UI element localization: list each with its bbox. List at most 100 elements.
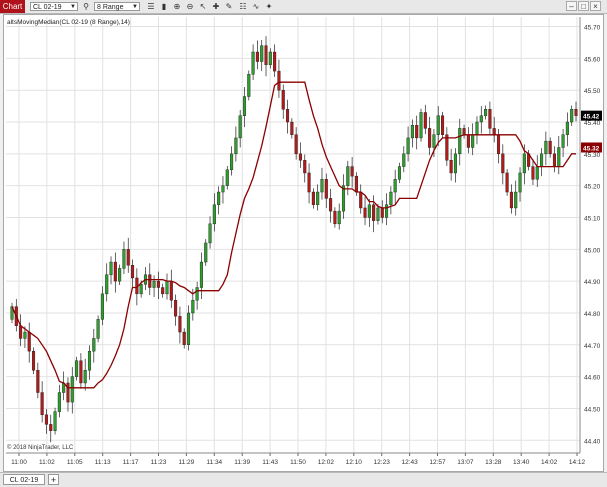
candle-body xyxy=(359,191,363,209)
candle-body xyxy=(544,140,548,155)
pointer-icon[interactable]: ↖ xyxy=(198,2,208,11)
candle-body xyxy=(230,153,234,170)
y-tick-label: 45.60 xyxy=(584,56,601,63)
candle-body xyxy=(268,51,272,65)
candle-body xyxy=(552,153,557,167)
x-tick-label: 11:02 xyxy=(39,459,55,466)
y-tick-label: 44.70 xyxy=(584,343,601,350)
candle-body xyxy=(479,115,483,123)
candles-icon[interactable]: ▮ xyxy=(159,2,169,11)
candle-body xyxy=(100,293,104,320)
x-tick-label: 12:23 xyxy=(374,459,391,466)
candle-body xyxy=(492,128,496,135)
candle-body xyxy=(385,204,389,218)
candle-body xyxy=(234,137,238,155)
candle-body xyxy=(449,160,453,174)
candle-body xyxy=(49,424,53,431)
candle-body xyxy=(367,204,371,218)
candle-body xyxy=(423,112,427,129)
bars-icon[interactable]: ☰ xyxy=(146,2,156,11)
y-tick-label: 44.90 xyxy=(584,279,601,286)
x-tick-label: 13:07 xyxy=(457,459,474,466)
add-tab-button[interactable]: + xyxy=(48,474,59,485)
candle-body xyxy=(389,191,393,205)
search-icon[interactable]: ⚲ xyxy=(81,2,91,11)
candle-body xyxy=(488,109,492,129)
maximize-button[interactable]: □ xyxy=(578,1,589,11)
minimize-button[interactable]: – xyxy=(566,1,577,11)
x-tick-label: 11:39 xyxy=(234,459,250,466)
drawing-icon[interactable]: ✎ xyxy=(224,2,234,11)
x-tick-label: 11:23 xyxy=(151,459,167,466)
y-tick-label: 45.10 xyxy=(584,215,601,222)
candle-body xyxy=(208,223,212,244)
candle-body xyxy=(36,370,40,393)
candle-body xyxy=(432,134,436,148)
properties-icon[interactable]: ☷ xyxy=(238,2,248,11)
y-tick-label: 45.20 xyxy=(584,184,601,191)
candle-body xyxy=(217,191,221,205)
candle-body xyxy=(535,166,539,180)
candle-body xyxy=(242,96,247,116)
candle-body xyxy=(557,147,561,167)
zoom-out-icon[interactable]: ⊖ xyxy=(185,2,195,11)
candle-body xyxy=(118,268,122,282)
candle-body xyxy=(307,172,311,193)
candle-body xyxy=(92,338,96,352)
candle-body xyxy=(281,89,285,110)
candle-body xyxy=(286,109,290,123)
candle-body xyxy=(561,134,565,148)
chart-tab[interactable]: Chart xyxy=(0,0,25,13)
y-tick-label: 45.00 xyxy=(584,247,601,254)
candle-body xyxy=(225,169,229,186)
candle-body xyxy=(186,312,191,345)
candle-body xyxy=(531,166,535,180)
candle-body xyxy=(548,140,552,155)
instrument-selector[interactable]: CL 02-19 ▼ xyxy=(30,2,78,11)
x-tick-label: 11:34 xyxy=(206,459,222,466)
candle-body xyxy=(27,331,31,352)
candle-body xyxy=(354,175,358,193)
candle-body xyxy=(212,204,216,225)
candle-body xyxy=(290,121,294,135)
indicator-icon[interactable]: ✦ xyxy=(264,2,274,11)
close-button[interactable]: × xyxy=(590,1,601,11)
candle-body xyxy=(247,74,251,97)
candle-body xyxy=(83,370,87,384)
candle-body xyxy=(311,191,315,205)
candle-body xyxy=(40,392,44,416)
candle-body xyxy=(346,166,350,186)
instrument-value: CL 02-19 xyxy=(33,4,62,11)
candle-body xyxy=(337,210,341,225)
candle-body xyxy=(238,115,242,139)
candle-body xyxy=(415,125,419,139)
bar-type-selector[interactable]: 8 Range ▼ xyxy=(94,2,140,11)
chart-panel[interactable]: 44.40 44.50 44.60 44.70 44.80 44.90 45.00 45.10… xyxy=(3,14,604,472)
candlestick-chart[interactable]: 44.40 44.50 44.60 44.70 44.80 44.90 45.00 45.10… xyxy=(4,15,605,473)
candle-body xyxy=(372,204,376,221)
zoom-in-icon[interactable]: ⊕ xyxy=(172,2,182,11)
strategy-icon[interactable]: ∿ xyxy=(251,2,261,11)
candle-body xyxy=(540,153,544,167)
candle-body xyxy=(509,191,513,209)
candle-body xyxy=(440,115,445,135)
candle-body xyxy=(75,360,79,377)
x-tick-label: 11:00 xyxy=(11,459,27,466)
candle-body xyxy=(44,414,48,425)
candle-body xyxy=(320,179,324,193)
candle-body xyxy=(174,300,178,317)
candle-body xyxy=(514,191,518,209)
x-tick-label: 11:43 xyxy=(262,459,278,466)
candle-body xyxy=(475,121,479,135)
candle-body xyxy=(53,411,57,431)
candle-body xyxy=(565,121,569,135)
x-tick-label: 11:13 xyxy=(95,459,111,466)
candle-body xyxy=(570,109,574,123)
candle-body xyxy=(324,179,328,199)
instrument-tab[interactable]: CL 02-19 xyxy=(3,474,45,485)
chevron-down-icon: ▼ xyxy=(132,4,138,10)
y-tick-label: 44.80 xyxy=(584,311,601,318)
crosshair-icon[interactable]: ✚ xyxy=(211,2,221,11)
x-tick-label: 11:29 xyxy=(179,459,195,466)
candle-body xyxy=(260,45,264,62)
